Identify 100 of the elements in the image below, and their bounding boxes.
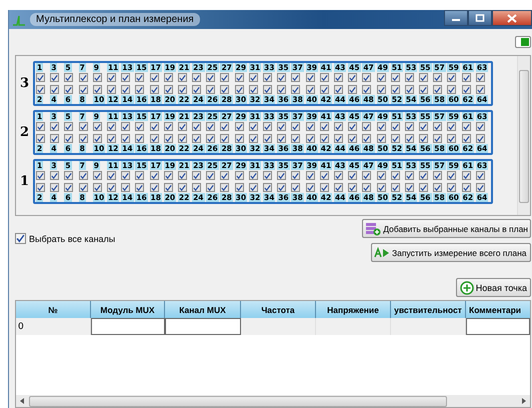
channel-checkbox[interactable] xyxy=(433,171,442,180)
channel-checkbox[interactable] xyxy=(178,73,187,82)
channel-checkbox[interactable] xyxy=(263,85,272,94)
channel-checkbox[interactable] xyxy=(206,122,216,131)
channel-checkbox[interactable] xyxy=(50,73,60,82)
channel-checkbox[interactable] xyxy=(404,122,414,131)
channel-checkbox[interactable] xyxy=(234,73,244,82)
channel-checkbox[interactable] xyxy=(348,73,358,82)
channel-checkbox[interactable] xyxy=(334,122,343,131)
channel-checkbox[interactable] xyxy=(419,122,428,131)
channel-checkbox[interactable] xyxy=(220,183,230,192)
channel-checkbox[interactable] xyxy=(50,85,60,94)
channel-checkbox[interactable] xyxy=(362,85,372,94)
horizontal-scrollbar[interactable] xyxy=(16,395,530,407)
channel-checkbox[interactable] xyxy=(78,122,88,131)
channel-checkbox[interactable] xyxy=(263,122,272,131)
channel-checkbox[interactable] xyxy=(462,171,471,180)
channel-checkbox[interactable] xyxy=(164,171,173,180)
channel-checkbox[interactable] xyxy=(178,122,187,131)
channel-checkbox[interactable] xyxy=(390,122,400,131)
channel-checkbox[interactable] xyxy=(92,183,102,192)
channel-checkbox[interactable] xyxy=(150,73,158,82)
channel-checkbox[interactable] xyxy=(291,134,300,143)
channel-checkbox[interactable] xyxy=(164,183,173,192)
channel-checkbox[interactable] xyxy=(462,85,471,94)
column-header[interactable]: Модуль MUX xyxy=(91,301,165,318)
channel-checkbox[interactable] xyxy=(220,122,230,131)
channel-checkbox[interactable] xyxy=(164,134,173,143)
channel-checkbox[interactable] xyxy=(106,171,116,180)
channel-checkbox[interactable] xyxy=(476,171,485,180)
scroll-right-icon[interactable] xyxy=(521,397,527,405)
channel-checkbox[interactable] xyxy=(376,134,386,143)
channel-checkbox[interactable] xyxy=(263,134,272,143)
channel-checkbox[interactable] xyxy=(476,73,485,82)
channel-checkbox[interactable] xyxy=(320,122,329,131)
channel-checkbox[interactable] xyxy=(50,134,60,143)
cell-input-field[interactable] xyxy=(466,318,530,335)
channel-checkbox[interactable] xyxy=(390,85,400,94)
channel-checkbox[interactable] xyxy=(50,183,60,192)
channel-checkbox[interactable] xyxy=(121,85,130,94)
channel-checkbox[interactable] xyxy=(334,73,343,82)
run-plan-button[interactable]: Запустить измерение всего плана xyxy=(371,243,531,262)
channel-checkbox[interactable] xyxy=(306,85,315,94)
channel-checkbox[interactable] xyxy=(135,73,144,82)
channel-checkbox[interactable] xyxy=(248,171,258,180)
channel-checkbox[interactable] xyxy=(348,122,358,131)
channel-checkbox[interactable] xyxy=(64,122,74,131)
channel-checkbox[interactable] xyxy=(320,171,329,180)
channel-checkbox[interactable] xyxy=(248,134,258,143)
cell-input-field[interactable] xyxy=(91,318,165,335)
channel-checkbox[interactable] xyxy=(376,122,386,131)
channel-checkbox[interactable] xyxy=(320,73,329,82)
channel-checkbox[interactable] xyxy=(121,134,130,143)
channel-checkbox[interactable] xyxy=(334,134,343,143)
channel-checkbox[interactable] xyxy=(390,73,400,82)
channel-checkbox[interactable] xyxy=(220,134,230,143)
channel-checkbox[interactable] xyxy=(277,183,286,192)
channel-checkbox[interactable] xyxy=(404,134,414,143)
channel-checkbox[interactable] xyxy=(447,134,456,143)
channel-checkbox[interactable] xyxy=(248,122,258,131)
channel-checkbox[interactable] xyxy=(348,85,358,94)
channel-checkbox[interactable] xyxy=(206,171,216,180)
channel-checkbox[interactable] xyxy=(277,73,286,82)
channel-checkbox[interactable] xyxy=(348,134,358,143)
channel-checkbox[interactable] xyxy=(320,85,329,94)
channel-checkbox[interactable] xyxy=(362,171,372,180)
channel-checkbox[interactable] xyxy=(404,183,414,192)
channel-checkbox[interactable] xyxy=(106,134,116,143)
channel-checkbox[interactable] xyxy=(192,85,202,94)
add-channels-button[interactable]: Добавить выбранные каналы в план xyxy=(362,219,531,238)
channel-checkbox[interactable] xyxy=(50,122,60,131)
channel-checkbox[interactable] xyxy=(334,171,343,180)
channel-checkbox[interactable] xyxy=(263,171,272,180)
channel-checkbox[interactable] xyxy=(234,122,244,131)
column-header[interactable]: увствительност xyxy=(391,301,466,318)
channel-checkbox[interactable] xyxy=(64,134,74,143)
channel-checkbox[interactable] xyxy=(150,85,158,94)
channel-checkbox[interactable] xyxy=(277,122,286,131)
channel-checkbox[interactable] xyxy=(362,183,372,192)
channel-checkbox[interactable] xyxy=(419,183,428,192)
channel-checkbox[interactable] xyxy=(320,134,329,143)
channel-checkbox[interactable] xyxy=(121,73,130,82)
channel-checkbox[interactable] xyxy=(178,85,187,94)
column-header[interactable]: Канал MUX xyxy=(165,301,241,318)
channel-checkbox[interactable] xyxy=(150,134,158,143)
channel-checkbox[interactable] xyxy=(248,85,258,94)
channel-checkbox[interactable] xyxy=(234,85,244,94)
channel-checkbox[interactable] xyxy=(192,171,202,180)
channel-checkbox[interactable] xyxy=(106,183,116,192)
channel-checkbox[interactable] xyxy=(206,85,216,94)
channel-checkbox[interactable] xyxy=(36,171,45,180)
channel-checkbox[interactable] xyxy=(78,171,88,180)
channel-checkbox[interactable] xyxy=(447,85,456,94)
channel-checkbox[interactable] xyxy=(164,73,173,82)
channel-checkbox[interactable] xyxy=(291,171,300,180)
channel-checkbox[interactable] xyxy=(248,73,258,82)
channel-checkbox[interactable] xyxy=(234,183,244,192)
channel-checkbox[interactable] xyxy=(36,73,45,82)
channel-checkbox[interactable] xyxy=(291,85,300,94)
channel-checkbox[interactable] xyxy=(447,183,456,192)
